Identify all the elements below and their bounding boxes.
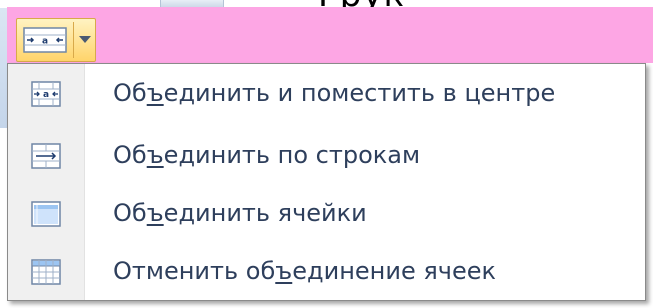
merge-center-icon[interactable]: a [23, 27, 67, 53]
split-button-divider [73, 22, 74, 58]
svg-text:a: a [43, 90, 49, 100]
menu-item-label: Объединить по строкам [113, 141, 421, 169]
chevron-down-icon[interactable] [79, 36, 91, 43]
menu-item-merge-and-center[interactable]: a Объединить и поместить в центре [8, 66, 645, 122]
merge-center-icon: a [31, 81, 61, 107]
menu-item-label: Отменить объединение ячеек [113, 257, 496, 285]
menu-item-unmerge-cells[interactable]: Отменить объединение ячеек [8, 244, 645, 300]
unmerge-cells-icon [31, 259, 61, 285]
menu-item-merge-cells[interactable]: Объединить ячейки [8, 186, 645, 242]
menu-item-merge-across[interactable]: Объединить по строкам [8, 128, 645, 184]
svg-text:a: a [42, 37, 48, 47]
merge-center-split-button[interactable]: a [16, 18, 96, 62]
merge-dropdown-menu: a Объединить и поместить в центре Объеди… [7, 63, 646, 301]
excel-merge-dropdown-screen: Грук a [0, 0, 653, 308]
menu-item-label: Объединить ячейки [113, 199, 367, 227]
merge-cells-icon [31, 201, 61, 227]
highlight-bar: a [7, 7, 653, 63]
merge-across-icon [31, 143, 61, 169]
menu-item-label: Объединить и поместить в центре [113, 79, 556, 107]
